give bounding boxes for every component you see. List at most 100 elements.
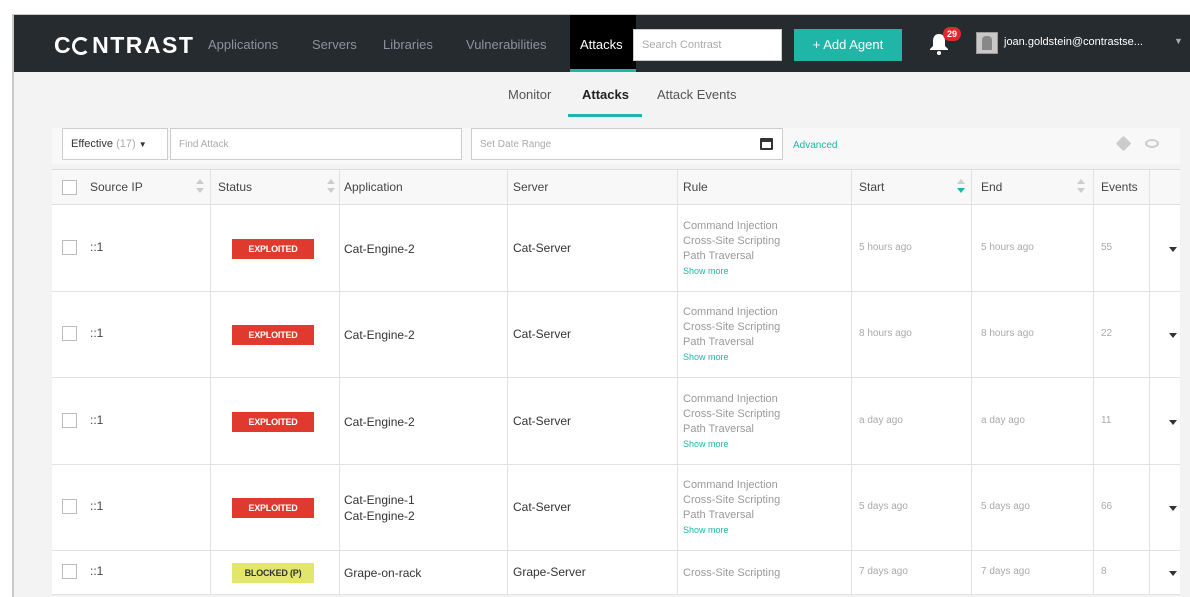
search-input[interactable]: Search Contrast: [633, 29, 782, 61]
row-checkbox[interactable]: [62, 239, 77, 255]
column-divider: [507, 378, 508, 465]
find-attack-input[interactable]: Find Attack: [170, 128, 462, 160]
header-application[interactable]: Application: [344, 180, 403, 194]
show-more-link[interactable]: Show more: [683, 264, 780, 279]
column-divider: [677, 292, 678, 378]
row-checkbox[interactable]: [62, 564, 77, 579]
header-status[interactable]: Status: [218, 180, 252, 194]
column-divider: [210, 170, 211, 206]
table-row[interactable]: ::1 EXPLOITED Cat-Engine-2 Cat-Server Comman…: [52, 205, 1180, 292]
application-name[interactable]: Cat-Engine-2: [344, 508, 415, 524]
table-row[interactable]: ::1 EXPLOITED Cat-Engine-2 Cat-Server Comman…: [52, 378, 1180, 465]
header-server[interactable]: Server: [513, 180, 548, 194]
header-end[interactable]: End: [981, 180, 1002, 194]
avatar[interactable]: [976, 32, 998, 54]
sort-icon[interactable]: [327, 179, 335, 195]
rule-name: Command Injection: [683, 219, 778, 232]
column-divider: [507, 205, 508, 292]
nav-servers[interactable]: Servers: [312, 37, 357, 52]
advanced-link[interactable]: Advanced: [793, 140, 837, 151]
rule-name: Path Traversal: [683, 336, 754, 348]
application-name[interactable]: Grape-on-rack: [344, 565, 421, 581]
column-divider: [851, 551, 852, 595]
show-more-link[interactable]: Show more: [683, 350, 780, 365]
application-name[interactable]: Cat-Engine-1: [344, 492, 415, 508]
chevron-down-icon: ▼: [138, 140, 147, 149]
expand-row-icon[interactable]: [1169, 333, 1177, 338]
source-ip: ::1: [90, 499, 104, 513]
contrast-logo[interactable]: C NTRAST: [54, 32, 194, 59]
rule-name: Path Traversal: [683, 509, 754, 521]
row-checkbox[interactable]: [62, 412, 77, 428]
server-name[interactable]: Cat-Server: [513, 414, 571, 428]
show-more-link[interactable]: Show more: [683, 523, 780, 538]
nav-vulnerabilities[interactable]: Vulnerabilities: [466, 37, 546, 52]
column-divider: [677, 378, 678, 465]
table-row[interactable]: ::1 EXPLOITED Cat-Engine-2 Cat-Server Comman…: [52, 292, 1180, 378]
server-name[interactable]: Cat-Server: [513, 500, 571, 514]
nav-attacks[interactable]: Attacks: [570, 15, 636, 72]
expand-row-icon[interactable]: [1169, 419, 1177, 425]
header-events[interactable]: Events: [1101, 180, 1138, 194]
sort-icon[interactable]: [1077, 179, 1085, 195]
row-checkbox[interactable]: [62, 499, 77, 514]
server-name[interactable]: Cat-Server: [513, 241, 571, 255]
status-badge: BLOCKED (P): [232, 563, 314, 583]
rule-name: Cross-Site Scripting: [683, 234, 781, 247]
tab-attack-events[interactable]: Attack Events: [657, 87, 736, 102]
calendar-icon[interactable]: [760, 138, 773, 150]
rule-name: Command Injection: [683, 392, 778, 405]
source-ip: ::1: [90, 412, 104, 427]
nav-applications[interactable]: Applications: [208, 37, 278, 52]
source-ip: ::1: [90, 326, 104, 340]
row-checkbox[interactable]: [62, 326, 77, 341]
effective-label: Effective: [71, 138, 113, 150]
rule-list: Command Injection Cross-Site Scripting Pat…: [683, 478, 780, 538]
event-count: 8: [1101, 566, 1107, 577]
column-divider: [210, 205, 211, 292]
application-name[interactable]: Cat-Engine-2: [344, 414, 415, 430]
column-divider: [677, 170, 678, 206]
start-time: a day ago: [859, 414, 903, 426]
header-source-ip[interactable]: Source IP: [90, 180, 143, 194]
tab-attacks[interactable]: Attacks: [582, 87, 629, 102]
rule-name: Cross-Site Scripting: [683, 494, 781, 506]
add-agent-button[interactable]: + Add Agent: [794, 29, 902, 61]
column-divider: [339, 378, 340, 465]
status-badge: EXPLOITED: [232, 498, 314, 518]
source-ip: ::1: [90, 564, 104, 578]
rule-list: Command Injection Cross-Site Scripting Pat…: [683, 392, 780, 452]
server-name[interactable]: Grape-Server: [513, 565, 586, 579]
column-divider: [851, 205, 852, 292]
tag-icon[interactable]: [1115, 135, 1132, 152]
expand-row-icon[interactable]: [1169, 571, 1177, 576]
expand-row-icon[interactable]: [1169, 506, 1177, 511]
effective-filter-dropdown[interactable]: Effective (17) ▼: [62, 128, 168, 160]
table-row[interactable]: ::1 BLOCKED (P) Grape-on-rack Grape-Server C…: [52, 551, 1180, 595]
tab-monitor[interactable]: Monitor: [508, 87, 551, 102]
end-time: 8 hours ago: [981, 328, 1034, 339]
nav-libraries[interactable]: Libraries: [383, 37, 433, 52]
rule-name: Cross-Site Scripting: [683, 407, 781, 420]
column-divider: [1093, 465, 1094, 551]
header-start[interactable]: Start: [859, 180, 884, 194]
sort-active-icon[interactable]: [957, 179, 965, 195]
rule-name: Cross-Site Scripting: [683, 566, 781, 579]
column-divider: [507, 292, 508, 378]
application-name[interactable]: Cat-Engine-2: [344, 327, 415, 343]
header-rule[interactable]: Rule: [683, 180, 708, 194]
application-name[interactable]: Cat-Engine-2: [344, 241, 415, 257]
sort-icon[interactable]: [196, 179, 204, 195]
rule-list: Command Injection Cross-Site Scripting Pat…: [683, 305, 780, 365]
table-row[interactable]: ::1 EXPLOITED Cat-Engine-1 Cat-Engine-2 Cat-…: [52, 465, 1180, 551]
eye-icon[interactable]: [1145, 139, 1159, 148]
expand-row-icon[interactable]: [1169, 246, 1177, 252]
chevron-down-icon[interactable]: ▼: [1174, 36, 1183, 46]
show-more-link[interactable]: Show more: [683, 437, 780, 452]
select-all-checkbox[interactable]: [62, 180, 77, 195]
server-name[interactable]: Cat-Server: [513, 327, 571, 341]
column-divider: [339, 292, 340, 378]
date-range-input[interactable]: Set Date Range: [471, 128, 783, 160]
user-menu[interactable]: joan.goldstein@contrastse...: [1004, 36, 1143, 48]
column-divider: [971, 292, 972, 378]
